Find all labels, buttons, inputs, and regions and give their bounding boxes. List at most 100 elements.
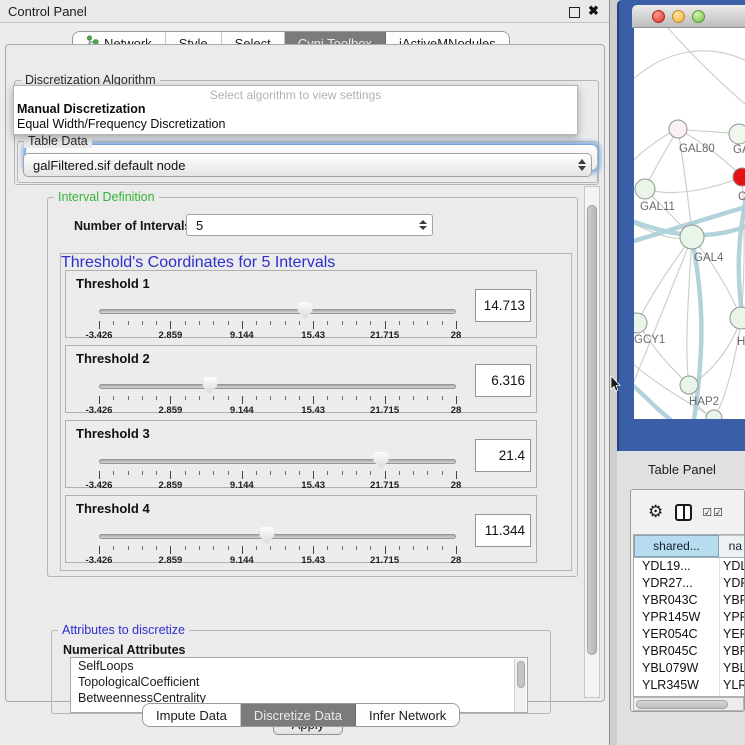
num-intervals-value: 5: [187, 218, 414, 233]
tick-mark: [313, 321, 314, 329]
zoom-traffic-light[interactable]: [692, 10, 705, 23]
threshold-slider[interactable]: -3.4262.8599.14415.4321.71528: [99, 526, 456, 562]
attribute-item-topologicalcoefficient[interactable]: TopologicalCoefficient: [71, 674, 527, 690]
tick-mark: [156, 321, 157, 325]
control-panel-titlebar[interactable]: Control Panel ✖: [0, 0, 609, 23]
threshold-value-field[interactable]: 21.4: [475, 439, 531, 472]
tick-mark: [142, 321, 143, 325]
tab-impute-data[interactable]: Impute Data: [143, 704, 241, 726]
slider-track[interactable]: [99, 534, 456, 539]
gear-icon[interactable]: ⚙: [648, 502, 663, 522]
popup-item-manual-discretization[interactable]: Manual Discretization: [14, 102, 577, 117]
slider-thumb[interactable]: [374, 452, 389, 469]
num-intervals-combobox[interactable]: 5: [186, 214, 433, 236]
cell-name[interactable]: YER0: [719, 626, 744, 643]
tick-mark: [413, 471, 414, 475]
cell-name[interactable]: YBL0: [719, 660, 744, 677]
column-header-name[interactable]: na: [719, 535, 744, 557]
network-canvas[interactable]: GAL80GACGAL11GAL4GCY1HHAP2: [634, 28, 745, 419]
HAP2-node[interactable]: [680, 376, 698, 394]
table-hscrollbar[interactable]: [633, 697, 744, 711]
slider-track[interactable]: [99, 384, 456, 389]
partial-node-topright[interactable]: [729, 124, 745, 144]
tab-infer-network[interactable]: Infer Network: [356, 704, 459, 726]
slider-thumb[interactable]: [202, 377, 217, 394]
column-header-shared[interactable]: shared...: [634, 535, 719, 557]
tick-label: 28: [451, 480, 462, 491]
GAL80-node[interactable]: [669, 120, 687, 138]
node-label-hap2: HAP2: [689, 396, 719, 408]
table-data-combobox[interactable]: galFiltered.sif default node: [23, 153, 592, 177]
minimize-traffic-light[interactable]: [672, 10, 685, 23]
threshold-value-field[interactable]: 11.344: [475, 514, 531, 547]
list-scrollbar-thumb[interactable]: [517, 661, 525, 688]
content-scrollbar-track[interactable]: [584, 186, 600, 698]
checkbox-icons[interactable]: ☑☑: [702, 506, 724, 519]
GCY1-node[interactable]: [634, 313, 647, 333]
tick-label: 15.43: [301, 405, 325, 416]
threshold-slider[interactable]: -3.4262.8599.14415.4321.71528: [99, 451, 456, 487]
threshold-value-field[interactable]: 14.713: [475, 289, 531, 322]
cell-shared-name[interactable]: YBL079W: [634, 660, 719, 677]
node-label-gal80: GAL80: [679, 143, 715, 155]
close-icon[interactable]: ✖: [588, 3, 599, 19]
table-row[interactable]: YBR043CYBR0: [634, 592, 744, 609]
network-window-titlebar[interactable]: [632, 5, 745, 28]
cell-shared-name[interactable]: YDR27...: [634, 575, 719, 592]
slider-track[interactable]: [99, 309, 456, 314]
cell-name[interactable]: YLR3: [719, 677, 744, 694]
cell-name[interactable]: YPR1: [719, 609, 744, 626]
tick-mark: [99, 471, 100, 479]
tick-mark: [113, 546, 114, 550]
table-row[interactable]: YLR345WYLR3: [634, 677, 744, 694]
table-row[interactable]: YBL079WYBL0: [634, 660, 744, 677]
cell-name[interactable]: YDL1: [719, 558, 744, 575]
threshold-slider[interactable]: -3.4262.8599.14415.4321.71528: [99, 301, 456, 337]
cell-name[interactable]: YDR2: [719, 575, 744, 592]
attribute-item-selfloops[interactable]: SelfLoops: [71, 658, 527, 674]
tick-mark: [356, 321, 357, 325]
red-node[interactable]: [733, 168, 745, 186]
table-row[interactable]: YDL19...YDL1: [634, 558, 744, 575]
columns-icon[interactable]: [675, 504, 692, 521]
cell-shared-name[interactable]: YLR345W: [634, 677, 719, 694]
slider-thumb[interactable]: [259, 527, 274, 544]
group-title: Interval Definition: [54, 190, 159, 204]
slider-thumb[interactable]: [298, 302, 313, 319]
tick-label: 28: [451, 330, 462, 341]
table-row[interactable]: YER054CYER0: [634, 626, 744, 643]
cell-name[interactable]: YBR0: [719, 643, 744, 660]
popup-item-equal-width-frequency-discretization[interactable]: Equal Width/Frequency Discretization: [14, 117, 577, 132]
table-row[interactable]: YBR045CYBR0: [634, 643, 744, 660]
cell-shared-name[interactable]: YBR043C: [634, 592, 719, 609]
tab-discretize-data[interactable]: Discretize Data: [241, 704, 356, 726]
float-window-icon[interactable]: [569, 7, 580, 18]
cell-shared-name[interactable]: YDL19...: [634, 558, 719, 575]
cell-shared-name[interactable]: YPR145W: [634, 609, 719, 626]
table-row[interactable]: YPR145WYPR1: [634, 609, 744, 626]
H-node[interactable]: [730, 307, 745, 329]
list-scrollbar[interactable]: [514, 659, 526, 713]
tick-label: 2.859: [159, 480, 183, 491]
slider-track[interactable]: [99, 459, 456, 464]
cell-name[interactable]: YBR0: [719, 592, 744, 609]
tick-mark: [242, 471, 243, 479]
tick-label: 2.859: [159, 555, 183, 566]
threshold-panel: Threshold 3 -3.4262.8599.14415.4321.7152…: [65, 420, 537, 488]
close-traffic-light[interactable]: [652, 10, 665, 23]
cell-shared-name[interactable]: YER054C: [634, 626, 719, 643]
tick-mark: [427, 396, 428, 400]
tick-mark: [385, 471, 386, 479]
node-table[interactable]: shared... na YDL19...YDL1YDR27...YDR2YBR…: [633, 534, 744, 697]
threshold-value-field[interactable]: 6.316: [475, 364, 531, 397]
cell-shared-name[interactable]: YBR045C: [634, 643, 719, 660]
network-graph[interactable]: GAL80GACGAL11GAL4GCY1HHAP2: [634, 28, 745, 419]
GAL11-node[interactable]: [635, 179, 655, 199]
table-row[interactable]: YDR27...YDR2: [634, 575, 744, 592]
partial-node-bottom[interactable]: [706, 410, 722, 419]
table-hscrollbar-thumb[interactable]: [636, 700, 728, 709]
threshold-slider[interactable]: -3.4262.8599.14415.4321.71528: [99, 376, 456, 412]
table-header-row: shared... na: [634, 535, 744, 558]
content-scrollbar-thumb[interactable]: [587, 205, 597, 655]
GAL4-node[interactable]: [680, 225, 704, 249]
